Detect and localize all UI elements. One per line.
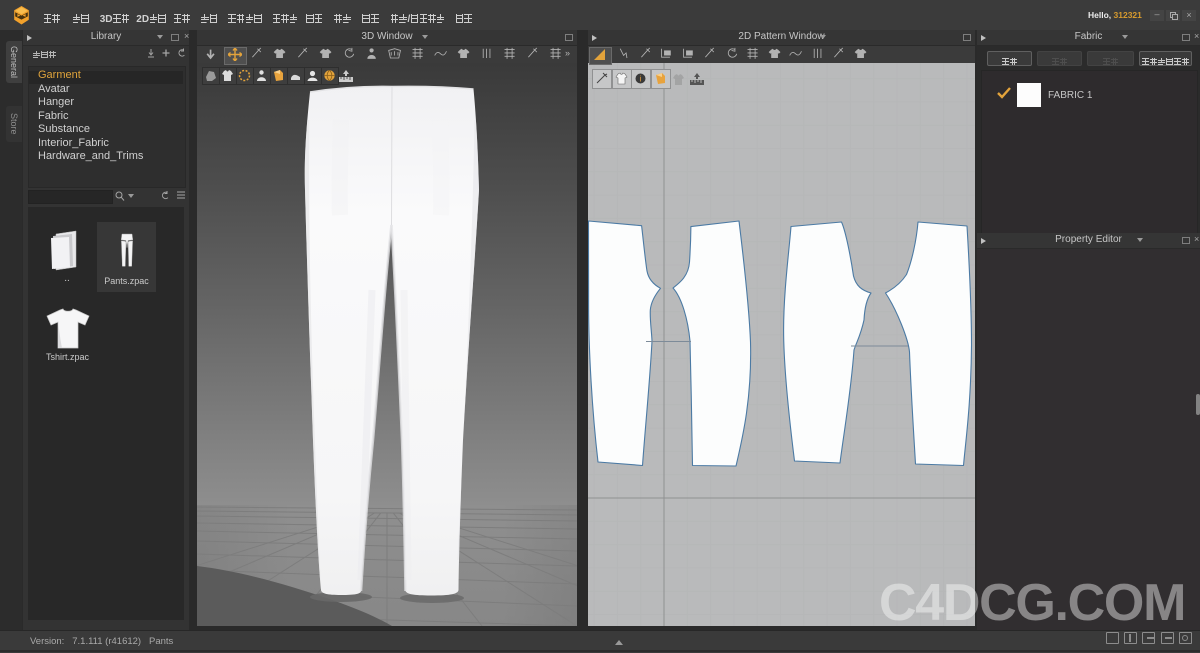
svg-text:i: i xyxy=(640,75,642,84)
